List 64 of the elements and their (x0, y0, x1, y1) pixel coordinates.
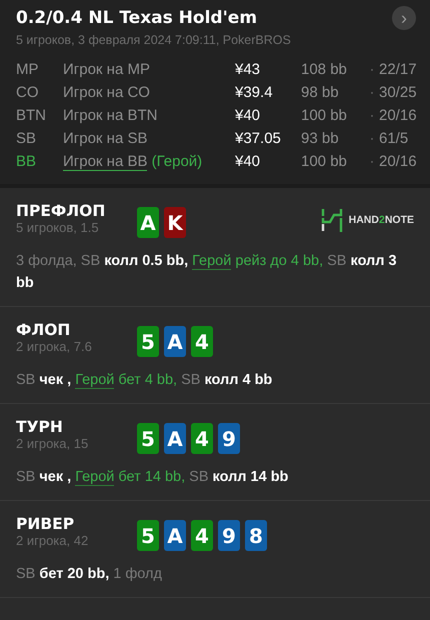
player-stack: ¥40 (235, 106, 262, 126)
hand-title: 0.2/0.4 NL Texas Hold'em (16, 8, 258, 28)
street-title: ПРЕФЛОП (16, 202, 106, 220)
hero-link[interactable]: Герой (75, 469, 114, 486)
playing-card: K (164, 207, 186, 238)
street-title: ТУРН (16, 418, 64, 436)
player-stats: 22/17 (379, 60, 417, 80)
player-name: Игрок на MP (63, 60, 151, 80)
playing-card: 4 (191, 326, 213, 357)
action-line: SB чек , Герой бет 4 bb, SB колл 4 bb (16, 371, 274, 391)
separator-dot: · (368, 129, 376, 149)
player-bb: 100 bb (301, 152, 348, 172)
player-stack: ¥43 (235, 60, 262, 80)
street-info: 2 игрока, 15 (16, 436, 90, 451)
player-bb: 100 bb (301, 106, 348, 126)
player-position: MP (16, 60, 40, 80)
separator-dot: · (368, 106, 376, 126)
player-stack: ¥39.4 (235, 83, 274, 103)
player-name: Игрок на SB (63, 129, 148, 149)
hand-subtitle: 5 игроков, 3 февраля 2024 7:09:11, PokerBROS (16, 33, 292, 47)
playing-card: 5 (137, 326, 159, 357)
playing-card: 4 (191, 520, 213, 551)
player-name: Игрок на BB (Герой) (63, 152, 204, 172)
next-button[interactable]: › (392, 6, 416, 30)
action-line: SB бет 20 bb, 1 фолд (16, 565, 163, 584)
playing-card: 5 (137, 520, 159, 551)
logo-icon (320, 208, 343, 232)
player-bb: 98 bb (301, 83, 340, 103)
playing-card: A (164, 520, 186, 551)
playing-card: 9 (218, 423, 240, 454)
playing-card: A (164, 423, 186, 454)
playing-card: A (137, 207, 159, 238)
street-title: ФЛОП (16, 321, 72, 339)
playing-card: A (164, 326, 186, 357)
player-position: CO (16, 83, 40, 103)
player-stats: 61/5 (379, 129, 410, 149)
action-line: 3 фолда, SB колл 0.5 bb, Герой рейз до 4 bb, SB колл 3 bb (16, 252, 398, 293)
player-position: SB (16, 129, 38, 149)
player-stats: 20/16 (379, 106, 417, 126)
logo-text: HAND2NOTE (348, 214, 414, 226)
street-info: 2 игрока, 42 (16, 533, 90, 548)
player-position: BB (16, 152, 38, 172)
street-title: РИВЕР (16, 515, 76, 533)
hero-link[interactable]: Герой (75, 372, 114, 389)
player-name: Игрок на BTN (63, 106, 158, 126)
separator-dot: · (368, 83, 376, 103)
player-position: BTN (16, 106, 47, 126)
street-info: 5 игроков, 1.5 (16, 220, 100, 235)
player-stack: ¥40 (235, 152, 262, 172)
player-name: Игрок на CO (63, 83, 151, 103)
playing-card: 9 (218, 520, 240, 551)
playing-card: 8 (245, 520, 267, 551)
playing-card: 5 (137, 423, 159, 454)
separator-dot: · (368, 60, 376, 80)
player-bb: 93 bb (301, 129, 340, 149)
action-line: SB чек , Герой бет 14 bb, SB колл 14 bb (16, 468, 290, 488)
street-info: 2 игрока, 7.6 (16, 339, 93, 354)
player-stats: 20/16 (379, 152, 417, 172)
playing-card: 4 (191, 423, 213, 454)
hero-link[interactable]: Герой (192, 253, 232, 270)
player-stats: 30/25 (379, 83, 417, 103)
separator-dot: · (368, 152, 376, 172)
player-stack: ¥37.05 (235, 129, 282, 149)
player-bb: 108 bb (301, 60, 348, 80)
